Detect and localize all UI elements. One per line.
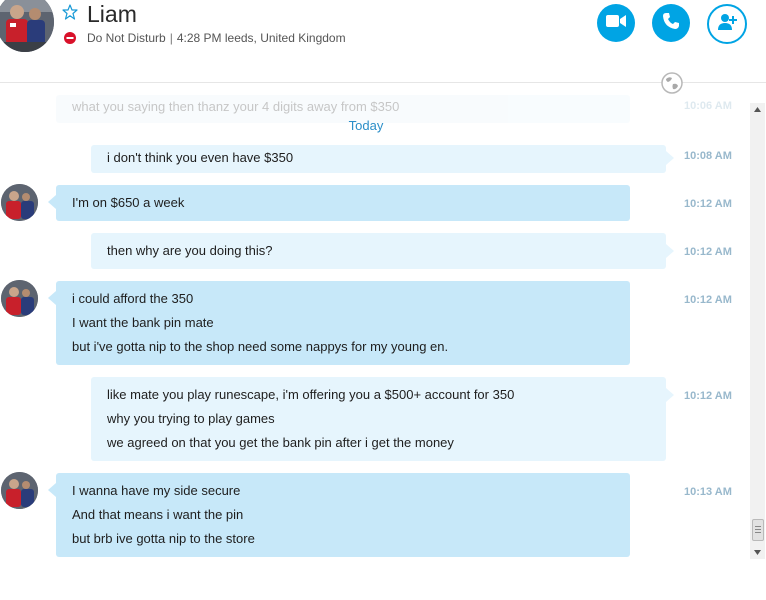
message-text: but brb ive gotta nip to the store	[72, 531, 255, 546]
audio-call-button[interactable]	[652, 4, 690, 42]
do-not-disturb-icon	[64, 31, 76, 44]
incoming-bubble-tail	[48, 483, 56, 497]
incoming-bubble-tail	[48, 291, 56, 305]
sender-avatar[interactable]	[1, 184, 38, 221]
message-text: I wanna have my side secure	[72, 483, 241, 498]
chat-scrollbar[interactable]	[750, 103, 765, 559]
presence-status: Do Not Disturb	[87, 31, 166, 45]
status-separator: |	[169, 31, 173, 45]
sender-avatar[interactable]	[1, 472, 38, 509]
message-text: i don't think you even have $350	[107, 150, 294, 165]
scroll-down-arrow-icon[interactable]	[750, 545, 765, 559]
outgoing-bubble-tail	[666, 244, 674, 258]
outgoing-message[interactable]: then why are you doing this?	[91, 233, 666, 269]
incoming-message[interactable]: I'm on $650 a week	[56, 185, 630, 221]
message-timestamp: 10:12 AM	[684, 390, 732, 402]
message-text: I'm on $650 a week	[72, 195, 185, 210]
sender-avatar[interactable]	[1, 280, 38, 317]
add-people-button[interactable]	[707, 4, 747, 44]
message-timestamp: 10:12 AM	[684, 198, 732, 210]
outgoing-bubble-tail	[666, 388, 674, 402]
faded-previous-timestamp: 10:06 AM	[684, 100, 732, 112]
globe-icon[interactable]	[661, 72, 683, 94]
message-timestamp: 10:12 AM	[684, 294, 732, 306]
add-person-icon	[717, 13, 737, 36]
video-camera-icon	[606, 14, 626, 33]
favorite-star-icon[interactable]	[62, 4, 78, 20]
video-call-button[interactable]	[597, 4, 635, 42]
day-divider: Today	[348, 118, 384, 133]
message-timestamp: 10:13 AM	[684, 486, 732, 498]
incoming-message[interactable]: i could afford the 350 I want the bank p…	[56, 281, 630, 365]
message-text: I want the bank pin mate	[72, 315, 214, 330]
message-text: i could afford the 350	[72, 291, 194, 306]
message-text: we agreed on that you get the bank pin a…	[107, 435, 454, 450]
message-text: then why are you doing this?	[107, 243, 273, 258]
incoming-message[interactable]: I wanna have my side secure And that mea…	[56, 473, 630, 557]
outgoing-message[interactable]: i don't think you even have $350	[91, 145, 666, 173]
outgoing-message[interactable]: like mate you play runescape, i'm offeri…	[91, 377, 666, 461]
scroll-up-arrow-icon[interactable]	[750, 103, 765, 117]
message-text: like mate you play runescape, i'm offeri…	[107, 387, 515, 402]
message-text: And that means i want the pin	[72, 507, 244, 522]
incoming-bubble-tail	[48, 195, 56, 209]
contact-name: Liam	[87, 1, 137, 27]
contact-status-line: Do Not Disturb | 4:28 PM leeds, United Kin…	[87, 31, 346, 45]
message-text: why you trying to play games	[107, 411, 275, 426]
message-text: but i've gotta nip to the shop need some…	[72, 339, 449, 354]
phone-icon	[662, 12, 680, 35]
message-timestamp: 10:08 AM	[684, 150, 732, 162]
scroll-thumb[interactable]	[752, 519, 764, 541]
message-timestamp: 10:12 AM	[684, 246, 732, 258]
conversation-header: Liam Do Not Disturb | 4:28 PM leeds, Unite…	[0, 0, 766, 83]
outgoing-bubble-tail	[666, 151, 674, 165]
contact-avatar[interactable]	[0, 0, 54, 52]
contact-local-time: 4:28 PM leeds, United Kingdom	[176, 31, 346, 45]
